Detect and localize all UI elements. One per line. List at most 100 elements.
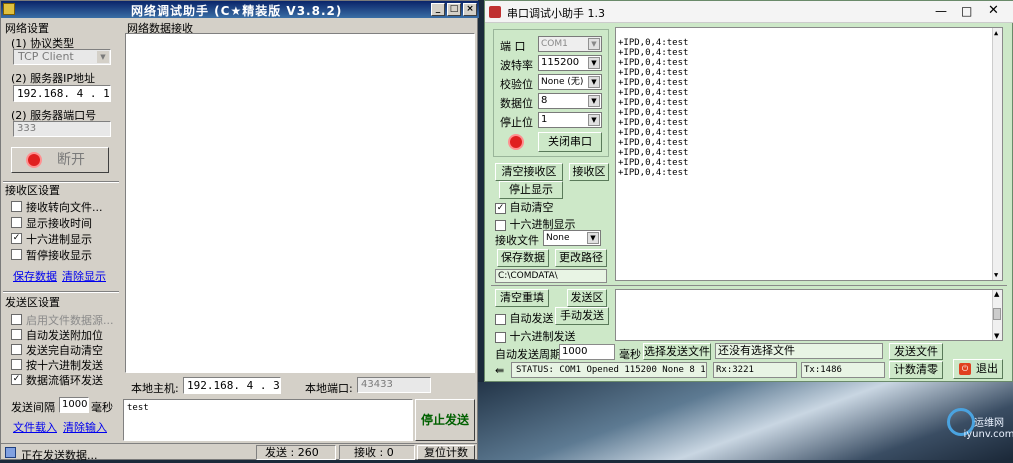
- databits-label: 数据位: [500, 97, 533, 110]
- count-clear-button[interactable]: 计数清零: [889, 361, 943, 379]
- port-value: COM1: [541, 39, 568, 49]
- minimize-button[interactable]: —: [935, 4, 947, 18]
- checkbox-checked[interactable]: ✓: [495, 202, 506, 214]
- send-pane[interactable]: ▲ ▼: [615, 289, 1003, 341]
- checkbox[interactable]: [11, 329, 22, 340]
- tx-count: Tx:1486: [801, 362, 885, 378]
- local-host-input[interactable]: 192.168. 4 . 3: [183, 377, 281, 394]
- minimize-button[interactable]: _: [431, 3, 445, 16]
- option-label: 暂停接收显示: [26, 249, 92, 262]
- local-port-input[interactable]: 43433: [357, 377, 431, 393]
- close-button[interactable]: ×: [463, 3, 477, 16]
- auto-period-label: 自动发送周期: [495, 348, 561, 361]
- send-option-autoclear[interactable]: 发送完自动清空: [11, 342, 114, 357]
- status-sending-text: 正在发送数据...: [21, 449, 98, 462]
- send-settings-title: 发送区设置: [5, 296, 60, 309]
- recv-option-file[interactable]: 接收转向文件...: [11, 199, 103, 215]
- receive-line: +IPD,0,4:test: [618, 118, 689, 128]
- clear-input-link[interactable]: 清除输入: [63, 419, 107, 435]
- watermark-text: 运维网 iyunv.com: [963, 418, 1013, 440]
- recv-file-value: None: [546, 233, 570, 243]
- option-label: 数据流循环发送: [26, 374, 103, 387]
- checkbox[interactable]: [495, 331, 506, 343]
- scroll-up-icon[interactable]: ▲: [994, 290, 999, 298]
- baud-value: 115200: [541, 57, 580, 68]
- recv-option-time[interactable]: 显示接收时间: [11, 215, 103, 231]
- parity-select[interactable]: None (无) ▼: [538, 74, 602, 90]
- port-select[interactable]: COM1 ▼: [538, 36, 602, 52]
- recv-option-pause[interactable]: 暂停接收显示: [11, 247, 103, 263]
- checkbox[interactable]: [11, 201, 22, 212]
- app-icon: [3, 3, 15, 15]
- back-arrow-icon[interactable]: ⇚: [495, 364, 504, 377]
- clear-resend-button[interactable]: 清空重填: [495, 289, 549, 307]
- send-option-loop[interactable]: ✓ 数据流循环发送: [11, 372, 114, 387]
- scroll-down-icon[interactable]: ▼: [994, 332, 999, 340]
- receive-line: +IPD,0,4:test: [618, 68, 689, 78]
- auto-send-option[interactable]: 自动发送: [495, 310, 554, 326]
- scroll-up-icon[interactable]: ▲: [994, 28, 998, 38]
- save-data-link[interactable]: 保存数据: [13, 268, 57, 284]
- maximize-button[interactable]: □: [961, 4, 972, 18]
- checkbox[interactable]: [495, 313, 506, 325]
- option-label: 显示接收时间: [26, 217, 92, 230]
- send-area-tab[interactable]: 发送区: [567, 289, 607, 307]
- receive-line: +IPD,0,4:test: [618, 78, 689, 88]
- checkbox[interactable]: [11, 249, 22, 260]
- clear-display-link[interactable]: 清除显示: [62, 268, 106, 284]
- manual-send-button[interactable]: 手动发送: [555, 307, 609, 325]
- select-send-file-button[interactable]: 选择发送文件: [643, 343, 711, 360]
- send-interval-label: 发送间隔: [11, 401, 55, 414]
- close-port-button[interactable]: 关闭串口: [538, 132, 602, 152]
- checkbox[interactable]: [495, 219, 506, 231]
- divider: [3, 291, 119, 293]
- send-option-append[interactable]: 自动发送附加位: [11, 327, 114, 342]
- checkbox[interactable]: [11, 314, 22, 325]
- auto-clear-option[interactable]: ✓ 自动清空: [495, 199, 554, 215]
- server-ip-input[interactable]: 192.168. 4 . 1: [13, 85, 111, 102]
- checkbox[interactable]: [11, 359, 22, 370]
- receive-textarea[interactable]: [125, 33, 475, 373]
- clear-recv-button[interactable]: 清空接收区: [495, 163, 563, 181]
- receive-line: +IPD,0,4:test: [618, 128, 689, 138]
- auto-period-input[interactable]: 1000: [559, 344, 615, 360]
- baud-select[interactable]: 115200 ▼: [538, 55, 602, 71]
- scroll-thumb[interactable]: [993, 308, 1001, 320]
- protocol-select[interactable]: TCP Client ▼: [13, 49, 111, 65]
- receive-pane[interactable]: +IPD,0,4:test +IPD,0,4:test +IPD,0,4:test +…: [615, 27, 1003, 281]
- checkbox[interactable]: [11, 344, 22, 355]
- recv-file-select[interactable]: None ▼: [543, 230, 601, 246]
- recv-area-tab[interactable]: 接收区: [569, 163, 609, 181]
- databits-select[interactable]: 8 ▼: [538, 93, 602, 109]
- maximize-button[interactable]: □: [447, 3, 461, 16]
- stopbits-select[interactable]: 1 ▼: [538, 112, 602, 128]
- recv-option-hex[interactable]: ✓ 十六进制显示: [11, 231, 103, 247]
- send-file-button[interactable]: 发送文件: [889, 343, 943, 360]
- send-interval-input[interactable]: 1000: [59, 397, 89, 413]
- checkbox-checked[interactable]: ✓: [11, 374, 22, 385]
- option-label: 启用文件数据源...: [26, 314, 114, 327]
- send-option-file-source[interactable]: 启用文件数据源...: [11, 312, 114, 327]
- checkbox-checked[interactable]: ✓: [11, 233, 22, 244]
- stop-send-button[interactable]: 停止发送: [415, 399, 475, 441]
- send-scrollbar[interactable]: ▲ ▼: [992, 290, 1002, 340]
- send-option-hex[interactable]: 按十六进制发送: [11, 357, 114, 372]
- stop-display-button[interactable]: 停止显示: [499, 181, 563, 199]
- option-label: 十六进制发送: [509, 330, 576, 343]
- disconnect-button[interactable]: 断开: [11, 147, 109, 173]
- close-button[interactable]: ✕: [988, 3, 999, 18]
- server-port-input[interactable]: 333: [13, 121, 111, 137]
- file-load-link[interactable]: 文件载入: [13, 419, 57, 435]
- status-icon: [5, 447, 16, 458]
- scroll-down-icon[interactable]: ▼: [994, 270, 998, 280]
- receive-line: +IPD,0,4:test: [618, 148, 689, 158]
- save-data-button[interactable]: 保存数据: [497, 249, 549, 267]
- receive-scrollbar[interactable]: ▲ ▼: [992, 28, 1002, 280]
- hex-send-option[interactable]: 十六进制发送: [495, 328, 576, 344]
- send-textarea[interactable]: test: [123, 399, 413, 441]
- change-path-button[interactable]: 更改路径: [555, 249, 607, 267]
- checkbox[interactable]: [11, 217, 22, 228]
- exit-button[interactable]: ⏻ 退出: [953, 359, 1003, 379]
- path-display: C:\COMDATA\: [495, 269, 607, 283]
- reset-count-button[interactable]: 复位计数: [417, 445, 475, 460]
